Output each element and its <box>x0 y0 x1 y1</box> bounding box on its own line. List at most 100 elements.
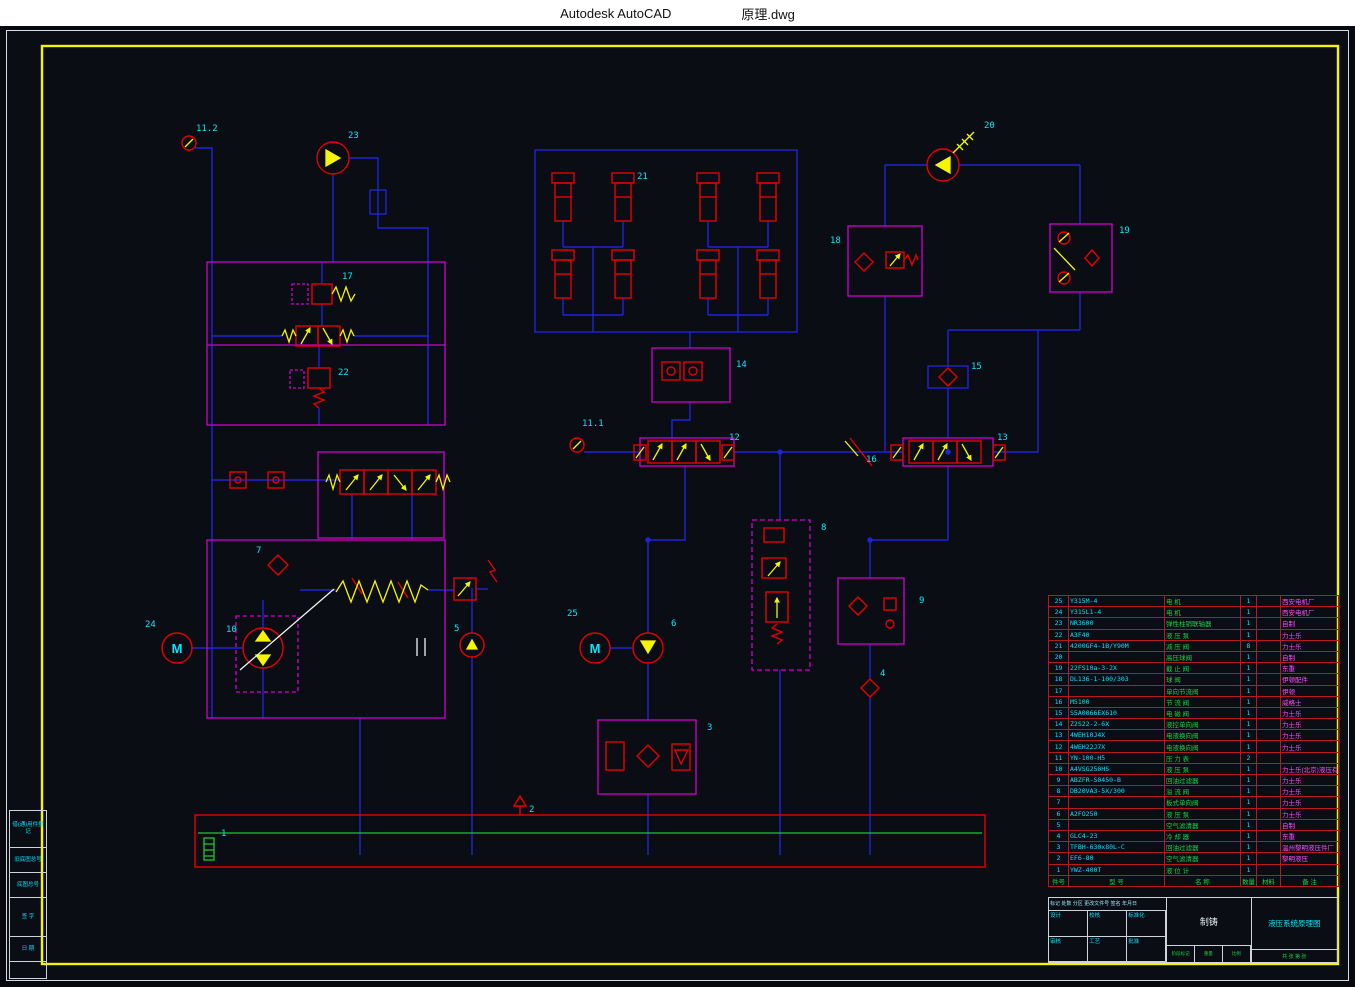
parts-cell-no: 9 <box>1049 775 1069 786</box>
callout-12: 12 <box>729 433 740 443</box>
callout-21: 21 <box>637 172 648 182</box>
parts-cell-mat <box>1257 674 1281 685</box>
callout-8: 8 <box>821 523 826 533</box>
piping <box>192 148 1080 855</box>
parts-cell-model: DB20VA3-5X/300 <box>1069 786 1165 797</box>
callout-4: 4 <box>880 669 885 679</box>
parts-cell-note: 自制 <box>1281 819 1339 830</box>
title-block-field: 比例 <box>1223 946 1251 962</box>
parts-cell-name: 电液换向阀 <box>1165 730 1241 741</box>
parts-cell-model <box>1069 651 1165 662</box>
revision-header: 标记 处数 分区 更改文件号 签名 年月日 <box>1049 898 1166 911</box>
callout-1: 1 <box>221 829 226 839</box>
parts-cell-note: 力士乐 <box>1281 775 1339 786</box>
parts-cell-name: 液 压 泵 <box>1165 629 1241 640</box>
parts-cell-mat <box>1257 663 1281 674</box>
callout-19: 19 <box>1119 226 1130 236</box>
parts-list-row: 15S5A0066EX610电 磁 阀1力士乐 <box>1049 707 1339 718</box>
parts-cell-name: 空气滤清器 <box>1165 853 1241 864</box>
parts-cell-name: 球 阀 <box>1165 674 1241 685</box>
parts-cell-model <box>1069 685 1165 696</box>
title-block: 标记 处数 分区 更改文件号 签名 年月日 设计校核标准化审核工艺批准 制铸 阶… <box>1048 897 1338 963</box>
parts-list-row: 8DB20VA3-5X/300溢 流 阀1力士乐 <box>1049 786 1339 797</box>
callout-2: 2 <box>529 805 534 815</box>
title-block-field: 重量 <box>1195 946 1223 962</box>
drawing-title: 液压系统原理图 <box>1252 898 1337 949</box>
parts-cell-model: DL136-1-100/303 <box>1069 674 1165 685</box>
parts-cell-name: 电 机 <box>1165 596 1241 607</box>
margin-record-blocks: 借(通)用件登记旧底图总号底图总号签 字日 期 <box>9 810 47 979</box>
parts-cell-name: 溢 流 阀 <box>1165 786 1241 797</box>
parts-cell-note: 自制 <box>1281 651 1339 662</box>
parts-cell-note <box>1281 864 1339 875</box>
parts-cell-name: 高压球阀 <box>1165 651 1241 662</box>
parts-cell-model: YN-100-H5 <box>1069 752 1165 763</box>
parts-header-cell: 数量 <box>1241 875 1257 886</box>
parts-cell-name: 板式单向阀 <box>1165 797 1241 808</box>
parts-cell-mat <box>1257 797 1281 808</box>
parts-cell-model: 4WEH22J7X <box>1069 741 1165 752</box>
margin-cell: 签 字 <box>10 898 46 937</box>
parts-cell-no: 17 <box>1049 685 1069 696</box>
parts-cell-note: 伊顿配件 <box>1281 674 1339 685</box>
callout-23: 23 <box>348 131 359 141</box>
parts-list-row: 23NR3600弹性柱销联轴器1自制 <box>1049 618 1339 629</box>
parts-cell-mat <box>1257 618 1281 629</box>
callout-14: 14 <box>736 360 747 370</box>
parts-cell-name: 空气滤清器 <box>1165 819 1241 830</box>
parts-cell-no: 23 <box>1049 618 1069 629</box>
callout-5: 5 <box>454 624 459 634</box>
parts-list-row: 4GLC4-23冷 却 器1东重 <box>1049 830 1339 841</box>
parts-cell-name: 液 位 计 <box>1165 864 1241 875</box>
parts-cell-no: 13 <box>1049 730 1069 741</box>
margin-cell: 底图总号 <box>10 873 46 898</box>
parts-list-row: 25Y315M-4电 机1西安电机厂 <box>1049 596 1339 607</box>
parts-cell-note: 力士乐 <box>1281 719 1339 730</box>
parts-cell-model: Y315L1-4 <box>1069 607 1165 618</box>
title-block-signatures: 标记 处数 分区 更改文件号 签名 年月日 设计校核标准化审核工艺批准 <box>1049 898 1167 962</box>
parts-cell-model: A4VSG250HS <box>1069 763 1165 774</box>
parts-cell-qty: 1 <box>1241 853 1257 864</box>
parts-cell-mat <box>1257 763 1281 774</box>
parts-cell-mat <box>1257 629 1281 640</box>
autocad-window: Autodesk AutoCAD 原理.dwg <box>0 0 1355 987</box>
title-block-field: 阶段标记 <box>1167 946 1195 962</box>
parts-cell-mat <box>1257 730 1281 741</box>
parts-cell-qty: 1 <box>1241 651 1257 662</box>
parts-cell-no: 1 <box>1049 864 1069 875</box>
parts-cell-qty: 1 <box>1241 763 1257 774</box>
parts-cell-no: 3 <box>1049 842 1069 853</box>
parts-cell-mat <box>1257 651 1281 662</box>
parts-list-row: 20高压球阀1自制 <box>1049 651 1339 662</box>
parts-list-row: 214200GF4-1B/Y90M减 压 阀8力士乐 <box>1049 640 1339 651</box>
parts-cell-no: 10 <box>1049 763 1069 774</box>
parts-cell-qty: 1 <box>1241 741 1257 752</box>
parts-cell-model: S5A0066EX610 <box>1069 707 1165 718</box>
parts-cell-note: 西安电机厂 <box>1281 596 1339 607</box>
parts-cell-model: Z2S22-2-6X <box>1069 719 1165 730</box>
callout-13: 13 <box>997 433 1008 443</box>
parts-list-row: 22A3F40液 压 泵1力士乐 <box>1049 629 1339 640</box>
parts-cell-qty: 1 <box>1241 707 1257 718</box>
parts-cell-model: 4200GF4-1B/Y90M <box>1069 640 1165 651</box>
motor-25-letter: M <box>590 641 601 656</box>
parts-cell-name: 电 机 <box>1165 607 1241 618</box>
parts-cell-qty: 1 <box>1241 797 1257 808</box>
parts-cell-model <box>1069 819 1165 830</box>
signature-cell: 校核 <box>1088 911 1127 937</box>
parts-cell-mat <box>1257 786 1281 797</box>
parts-cell-mat <box>1257 819 1281 830</box>
parts-cell-mat <box>1257 719 1281 730</box>
parts-cell-mat <box>1257 830 1281 841</box>
callout-25: 25 <box>567 609 578 619</box>
parts-cell-model: A3F40 <box>1069 629 1165 640</box>
parts-cell-note: 力士乐 <box>1281 808 1339 819</box>
parts-cell-qty: 1 <box>1241 808 1257 819</box>
parts-list-row: 24Y315L1-4电 机1西安电机厂 <box>1049 607 1339 618</box>
parts-cell-no: 24 <box>1049 607 1069 618</box>
parts-cell-model: TFBH-630x80L-C <box>1069 842 1165 853</box>
parts-cell-no: 8 <box>1049 786 1069 797</box>
parts-cell-name: 电 磁 阀 <box>1165 707 1241 718</box>
parts-cell-qty: 1 <box>1241 629 1257 640</box>
parts-list-row: 124WEH22J7X电液换向阀1力士乐 <box>1049 741 1339 752</box>
